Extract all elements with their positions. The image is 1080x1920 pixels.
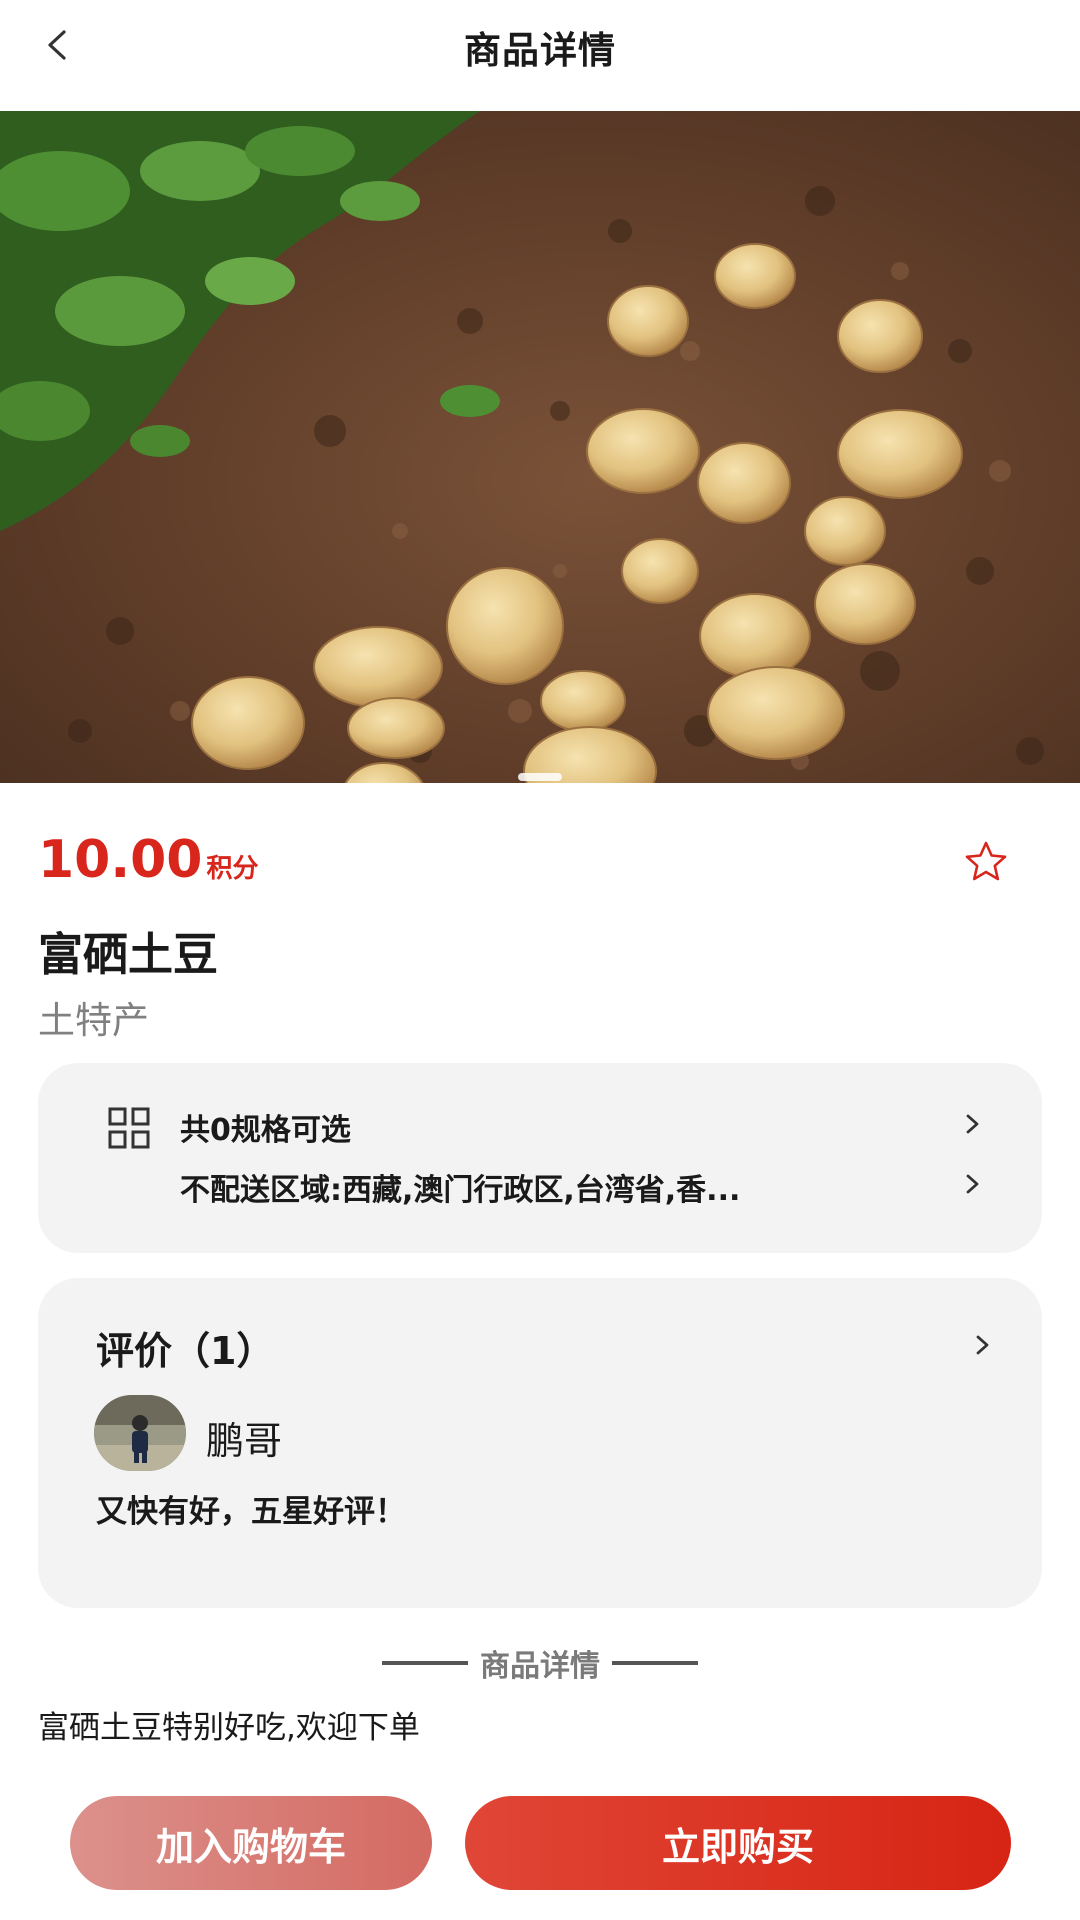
no-delivery-region-row[interactable]: 不配送区域:西藏,澳门行政区,台湾省,香... [180,1165,910,1209]
buy-now-button[interactable]: 立即购买 [465,1796,1011,1890]
divider-line-right [612,1661,698,1665]
no-delivery-chevron[interactable] [958,1169,988,1199]
product-name: 富硒土豆 [38,928,219,981]
divider-line-left [382,1661,468,1665]
add-to-cart-button[interactable]: 加入购物车 [70,1796,432,1890]
product-category: 土特产 [38,999,149,1042]
top-nav-bar: 商品详情 [0,0,1080,108]
favorite-button[interactable] [962,838,1010,886]
product-image-potatoes [0,111,1080,783]
carousel-indicator [518,773,562,781]
chevron-right-icon [976,1335,989,1355]
review-section-title: 评价（1） [96,1329,275,1373]
price-unit: 积分 [206,854,259,884]
avatar-photo [94,1395,186,1471]
product-image-carousel[interactable] [0,111,1080,783]
spec-options-row[interactable]: 共0规格可选 [180,1105,351,1149]
detail-section-header: 商品详情 [0,1643,1080,1684]
page-title: 商品详情 [464,29,616,72]
reviewer-name: 鹏哥 [206,1419,283,1463]
reviewer-avatar [94,1395,186,1471]
spec-options-chevron[interactable] [958,1109,988,1139]
detail-section-title: 商品详情 [480,1649,600,1684]
grid-icon [108,1107,150,1149]
review-chevron[interactable] [968,1330,998,1360]
price-row: 10.00 积分 [38,830,259,890]
product-detail-page: 商品详情 10.00 积分 富硒土豆 土特产 共0规格可选 不配送区域:西藏,澳… [0,0,1080,1920]
chevron-right-icon [966,1174,979,1194]
spec-card: 共0规格可选 不配送区域:西藏,澳门行政区,台湾省,香... [38,1063,1042,1253]
star-outline-icon [965,841,1007,881]
review-text: 又快有好，五星好评！ [96,1494,406,1530]
price-value: 10.00 [38,830,203,890]
chevron-right-icon [966,1114,979,1134]
product-description: 富硒土豆特别好吃,欢迎下单 [38,1710,420,1746]
review-card[interactable]: 评价（1） 鹏哥 又快有好，五星好评！ [38,1278,1042,1608]
